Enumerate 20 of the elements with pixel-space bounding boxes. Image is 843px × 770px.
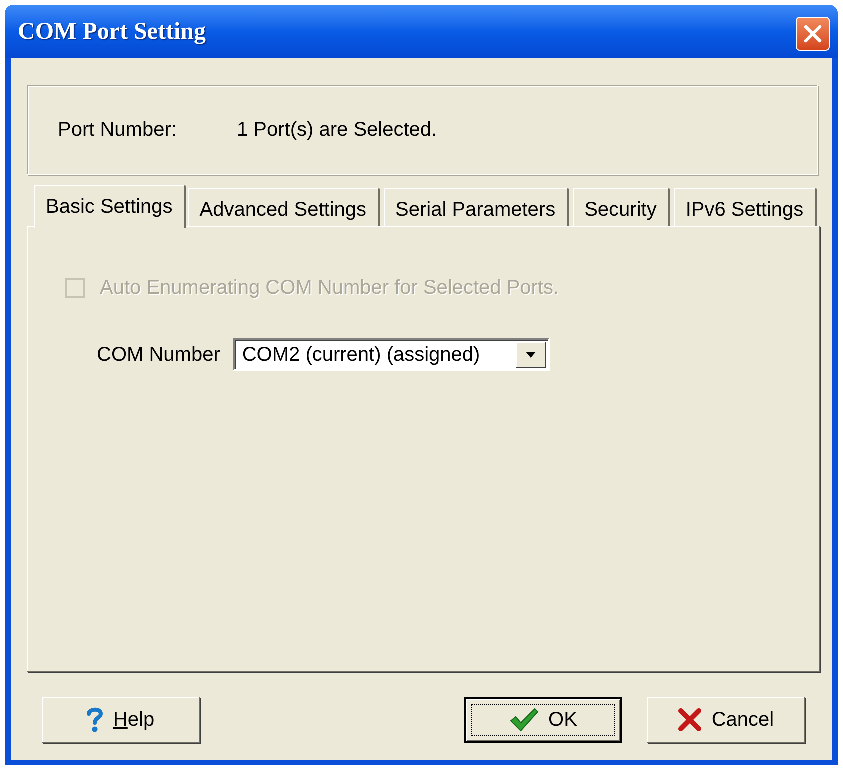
tab[interactable]: Security — [572, 188, 670, 226]
port-number-label: Port Number: — [58, 118, 178, 143]
tab[interactable]: Basic Settings — [34, 185, 186, 228]
ok-button[interactable]: OK — [464, 697, 622, 743]
tab[interactable]: Serial Parameters — [384, 188, 569, 226]
help-button[interactable]: Help — [42, 697, 200, 743]
window-title: COM Port Setting — [18, 18, 206, 46]
tab[interactable]: Advanced Settings — [188, 188, 380, 226]
com-number-dropdown[interactable]: COM2 (current) (assigned) — [233, 338, 550, 371]
checkmark-icon — [508, 707, 539, 733]
question-mark-icon — [87, 707, 104, 733]
com-number-label: COM Number — [97, 342, 220, 368]
x-mark-icon — [678, 708, 702, 732]
caret-icon — [526, 352, 536, 358]
port-number-value: 1 Port(s) are Selected. — [237, 118, 438, 143]
tab[interactable]: IPv6 Settings — [674, 188, 817, 226]
cancel-button[interactable]: Cancel — [647, 697, 805, 743]
dropdown-arrow-button[interactable] — [516, 342, 546, 368]
close-icon — [804, 24, 822, 42]
close-button[interactable] — [796, 16, 830, 50]
